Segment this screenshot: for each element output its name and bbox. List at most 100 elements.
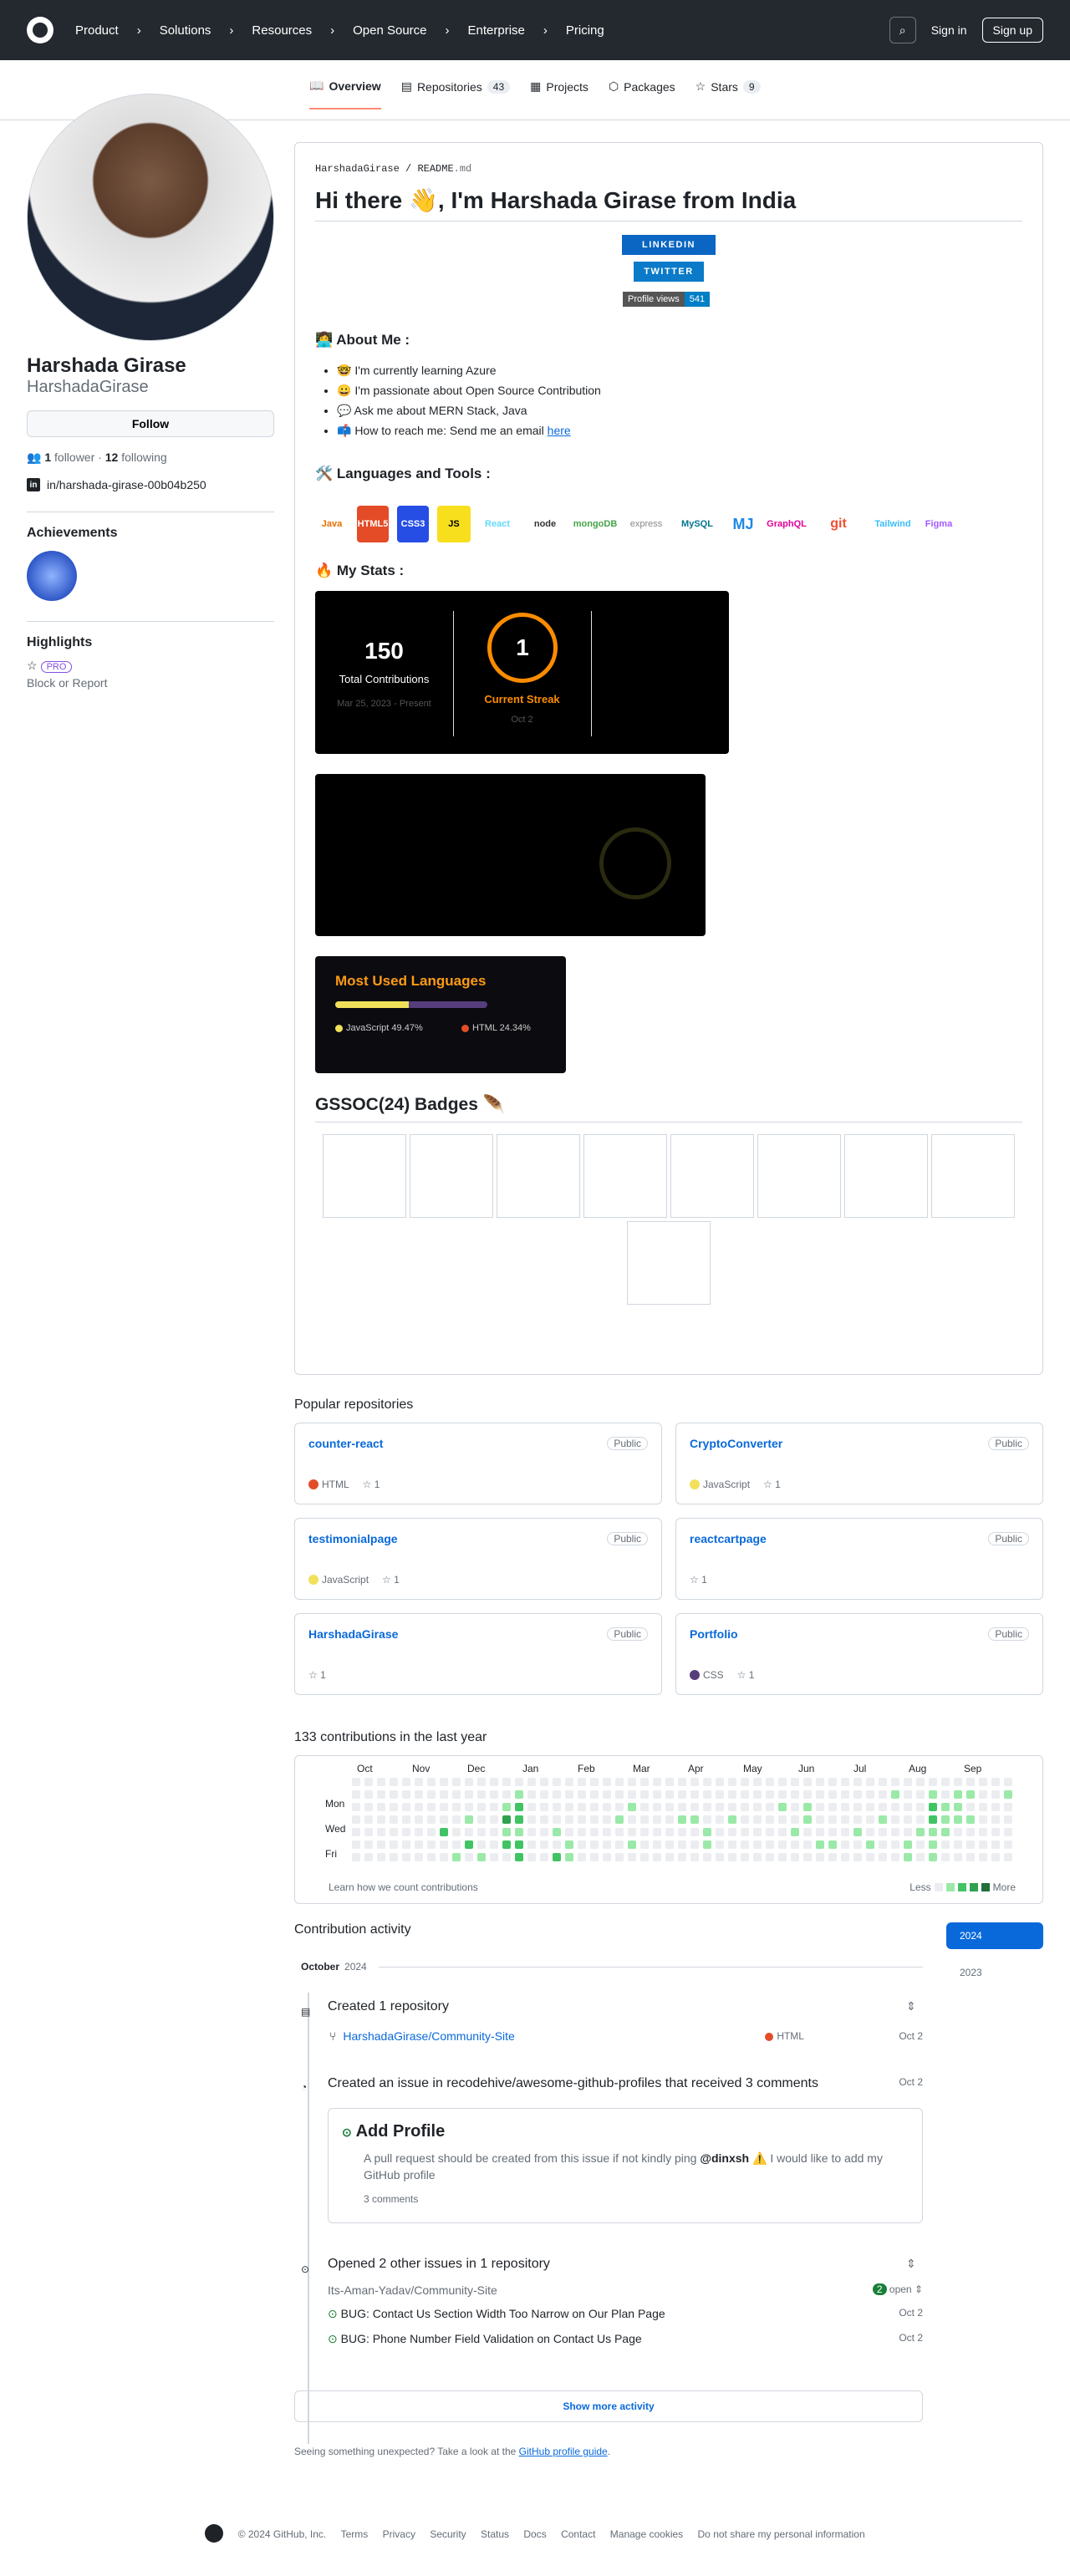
contribution-day[interactable]: [465, 1815, 473, 1824]
contribution-day[interactable]: [590, 1778, 599, 1786]
contribution-day[interactable]: [766, 1815, 774, 1824]
contribution-day[interactable]: [954, 1815, 962, 1824]
contribution-day[interactable]: [527, 1790, 536, 1799]
contribution-day[interactable]: [440, 1790, 448, 1799]
tab-stars[interactable]: ☆ Stars 9: [696, 79, 761, 109]
achievements-title[interactable]: Achievements: [27, 512, 274, 541]
contribution-day[interactable]: [477, 1828, 486, 1836]
contribution-day[interactable]: [966, 1790, 975, 1799]
contribution-day[interactable]: [703, 1803, 711, 1811]
contribution-day[interactable]: [966, 1840, 975, 1849]
css3-icon[interactable]: CSS3: [397, 506, 429, 542]
repo-name[interactable]: HarshadaGirase: [308, 1627, 648, 1641]
contribution-day[interactable]: [891, 1840, 899, 1849]
contribution-day[interactable]: [515, 1803, 523, 1811]
contribution-day[interactable]: [540, 1815, 548, 1824]
contribution-day[interactable]: [427, 1853, 436, 1861]
contribution-day[interactable]: [427, 1828, 436, 1836]
contribution-day[interactable]: [766, 1778, 774, 1786]
contribution-day[interactable]: [565, 1803, 573, 1811]
mention[interactable]: @dinxsh: [700, 2151, 749, 2165]
contribution-day[interactable]: [640, 1778, 649, 1786]
contribution-day[interactable]: [540, 1803, 548, 1811]
contribution-day[interactable]: [966, 1815, 975, 1824]
contribution-day[interactable]: [615, 1778, 624, 1786]
contribution-day[interactable]: [991, 1815, 1000, 1824]
contribution-day[interactable]: [553, 1803, 561, 1811]
contribution-day[interactable]: [565, 1828, 573, 1836]
follow-button[interactable]: Follow: [27, 410, 274, 437]
contribution-day[interactable]: [791, 1790, 799, 1799]
contribution-day[interactable]: [678, 1790, 686, 1799]
contribution-day[interactable]: [853, 1840, 862, 1849]
contribution-day[interactable]: [979, 1790, 987, 1799]
created-repo-link[interactable]: HarshadaGirase/Community-Site: [343, 2029, 514, 2043]
contribution-day[interactable]: [866, 1803, 874, 1811]
contribution-day[interactable]: [540, 1840, 548, 1849]
issue-link[interactable]: BUG: Contact Us Section Width Too Narrow…: [341, 2307, 665, 2321]
contribution-day[interactable]: [590, 1828, 599, 1836]
contribution-day[interactable]: [816, 1790, 824, 1799]
contribution-day[interactable]: [553, 1828, 561, 1836]
contribution-day[interactable]: [377, 1778, 385, 1786]
contribution-day[interactable]: [665, 1790, 674, 1799]
contribution-day[interactable]: [590, 1840, 599, 1849]
contribution-day[interactable]: [879, 1853, 887, 1861]
contribution-day[interactable]: [452, 1840, 461, 1849]
contribution-day[interactable]: [603, 1815, 611, 1824]
contribution-day[interactable]: [678, 1778, 686, 1786]
repo-name[interactable]: reactcartpage: [690, 1532, 1029, 1545]
javascript-icon[interactable]: JS: [437, 506, 471, 542]
contribution-day[interactable]: [703, 1778, 711, 1786]
contribution-day[interactable]: [665, 1840, 674, 1849]
contribution-day[interactable]: [427, 1815, 436, 1824]
contribution-day[interactable]: [866, 1828, 874, 1836]
contribution-day[interactable]: [465, 1853, 473, 1861]
collapse-icon[interactable]: ⇕: [906, 2257, 916, 2271]
contribution-day[interactable]: [716, 1815, 724, 1824]
contribution-day[interactable]: [866, 1778, 874, 1786]
email-link[interactable]: here: [548, 424, 571, 437]
contribution-day[interactable]: [866, 1853, 874, 1861]
contribution-day[interactable]: [452, 1790, 461, 1799]
contribution-day[interactable]: [578, 1815, 586, 1824]
following-label[interactable]: following: [121, 451, 166, 464]
contribution-day[interactable]: [954, 1828, 962, 1836]
git-icon[interactable]: git: [813, 506, 864, 542]
contribution-day[interactable]: [916, 1815, 925, 1824]
repo-name[interactable]: counter-react: [308, 1437, 648, 1450]
contribution-day[interactable]: [590, 1815, 599, 1824]
contribution-day[interactable]: [690, 1840, 699, 1849]
contribution-day[interactable]: [402, 1853, 410, 1861]
sign-up-button[interactable]: Sign up: [981, 18, 1043, 43]
contribution-day[interactable]: [941, 1815, 950, 1824]
repo-stars[interactable]: ☆ 1: [308, 1669, 326, 1681]
repo-stars[interactable]: ☆ 1: [690, 1574, 707, 1586]
contribution-day[interactable]: [578, 1840, 586, 1849]
contribution-day[interactable]: [841, 1815, 849, 1824]
contribution-day[interactable]: [966, 1828, 975, 1836]
contribution-day[interactable]: [941, 1853, 950, 1861]
contribution-day[interactable]: [377, 1815, 385, 1824]
contribution-day[interactable]: [364, 1828, 373, 1836]
tab-repositories[interactable]: ▤ Repositories 43: [401, 79, 511, 109]
contribution-day[interactable]: [678, 1853, 686, 1861]
issue-link[interactable]: BUG: Phone Number Field Validation on Co…: [341, 2332, 642, 2346]
badge-image[interactable]: [931, 1134, 1015, 1218]
contribution-day[interactable]: [390, 1853, 398, 1861]
contribution-day[interactable]: [678, 1815, 686, 1824]
contribution-day[interactable]: [753, 1790, 762, 1799]
contribution-day[interactable]: [527, 1853, 536, 1861]
followers-label[interactable]: follower: [54, 451, 94, 464]
contribution-day[interactable]: [477, 1840, 486, 1849]
contribution-day[interactable]: [778, 1853, 787, 1861]
contribution-day[interactable]: [803, 1840, 812, 1849]
contribution-day[interactable]: [364, 1815, 373, 1824]
contribution-day[interactable]: [352, 1828, 360, 1836]
badge-image[interactable]: [844, 1134, 928, 1218]
contribution-day[interactable]: [929, 1778, 937, 1786]
repo-name[interactable]: testimonialpage: [308, 1532, 648, 1545]
contribution-day[interactable]: [364, 1803, 373, 1811]
nav-enterprise[interactable]: Enterprise: [468, 23, 525, 38]
repo-name[interactable]: CryptoConverter: [690, 1437, 1029, 1450]
